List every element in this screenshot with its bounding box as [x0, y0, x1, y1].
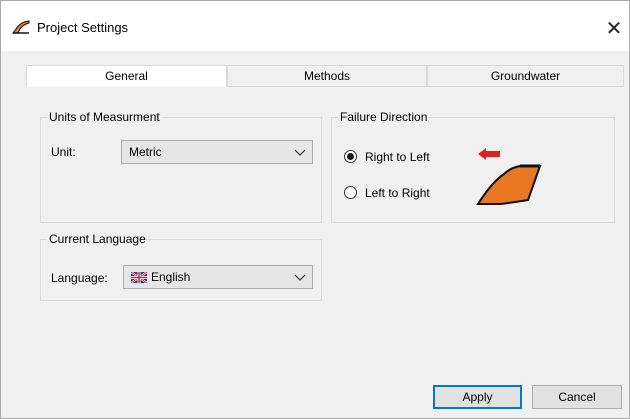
general-tab-panel: Units of Measurment Unit: Metric Failure…: [26, 87, 624, 359]
radio-left-to-right-label: Left to Right: [365, 186, 430, 200]
language-select-value: English: [151, 270, 191, 284]
cancel-button[interactable]: Cancel: [532, 385, 622, 409]
radio-button-unselected[interactable]: [344, 186, 357, 199]
tab-general[interactable]: General: [26, 65, 227, 88]
tab-methods[interactable]: Methods: [227, 65, 427, 87]
project-settings-dialog: Project Settings ✕ General Methods Groun…: [0, 0, 630, 419]
tab-groundwater[interactable]: Groundwater: [427, 65, 624, 87]
unit-select-value: Metric: [129, 145, 162, 159]
slope-failure-icon: [476, 148, 542, 205]
uk-flag-icon: [131, 272, 147, 283]
unit-select[interactable]: Metric: [121, 140, 313, 164]
chevron-down-icon: [294, 149, 306, 156]
language-group: Current Language Language: English: [40, 232, 322, 301]
language-label: Language:: [51, 271, 108, 285]
radio-button-selected[interactable]: [344, 150, 357, 163]
close-button[interactable]: ✕: [599, 13, 629, 43]
slope-app-icon: [12, 19, 30, 35]
window-title: Project Settings: [37, 20, 129, 35]
title-bar: Project Settings ✕: [1, 1, 629, 51]
failure-group-label: Failure Direction: [338, 110, 430, 124]
failure-direction-group: Failure Direction Right to Left Left to …: [331, 110, 615, 223]
tab-bar: General Methods Groundwater: [26, 65, 624, 88]
chevron-down-icon: [294, 274, 306, 281]
unit-label: Unit:: [51, 145, 76, 159]
language-select[interactable]: English: [123, 265, 313, 289]
units-group: Units of Measurment Unit: Metric: [40, 110, 322, 223]
radio-right-to-left-label: Right to Left: [365, 150, 430, 164]
language-group-label: Current Language: [47, 232, 148, 246]
apply-button[interactable]: Apply: [433, 385, 522, 409]
units-group-label: Units of Measurment: [47, 110, 162, 124]
